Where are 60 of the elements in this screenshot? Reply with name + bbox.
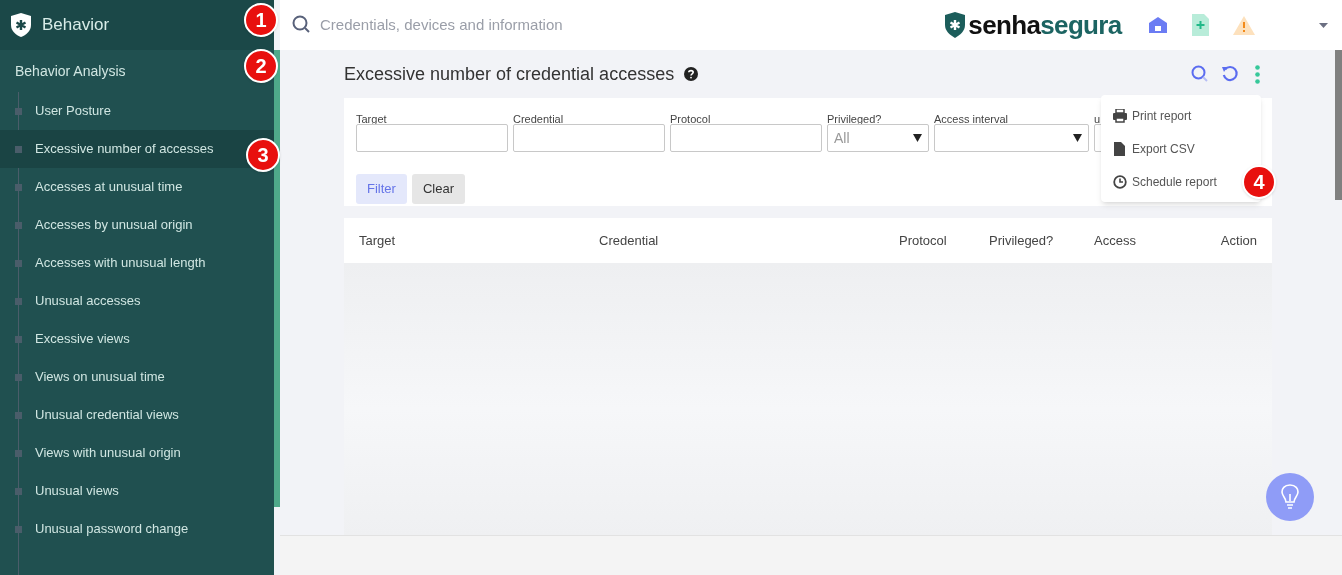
sidebar-item[interactable]: Accesses by unusual origin	[0, 206, 274, 244]
sidebar-item[interactable]: Excessive views	[0, 320, 274, 358]
lightbulb-icon	[1280, 483, 1300, 511]
printer-icon	[1113, 108, 1127, 123]
column-header: Privileged?	[989, 231, 1055, 250]
warning-icon	[1232, 15, 1255, 35]
brand-logo: senhasegura	[968, 8, 1122, 42]
sidebar-item[interactable]: Views with unusual origin	[0, 434, 274, 472]
add-file-icon	[1191, 14, 1209, 36]
page-title: Excessive number of credential accesses	[344, 62, 675, 86]
search-field[interactable]: Credentials, devices and information	[320, 13, 880, 37]
column-header: Protocol	[899, 231, 948, 250]
filter-label: Target	[356, 113, 387, 125]
clear-button[interactable]: Clear	[411, 174, 465, 204]
menu-item[interactable]: Print report	[1113, 99, 1192, 132]
caret-icon[interactable]	[1319, 22, 1328, 28]
home-icon	[1147, 16, 1168, 34]
input-field[interactable]	[513, 124, 665, 152]
sidebar-section[interactable]: Behavior Analysis	[15, 60, 126, 82]
shield-icon	[10, 12, 32, 38]
search-icon	[292, 15, 312, 35]
sidebar-item[interactable]: Accesses with unusual length	[0, 244, 274, 282]
filter-label: Protocol	[670, 113, 711, 125]
sidebar-item[interactable]: User Posture	[0, 92, 274, 130]
file-icon	[1113, 141, 1127, 156]
input-field[interactable]	[670, 124, 822, 152]
lightbulb-button[interactable]	[1266, 473, 1314, 521]
refresh-icon	[1221, 65, 1239, 83]
scrollbar-thumb[interactable]	[1335, 50, 1342, 200]
add-button[interactable]	[1191, 14, 1209, 36]
sidebar-item[interactable]: Unusual password change	[0, 510, 274, 548]
refresh-button[interactable]	[1221, 65, 1239, 83]
shield-logo-icon	[944, 11, 967, 39]
home-button[interactable]	[1147, 16, 1168, 34]
clock-icon	[1113, 174, 1127, 189]
caret-icon	[1073, 134, 1082, 142]
filter-label: u	[1094, 113, 1101, 125]
filter-label: Privileged?	[827, 113, 882, 125]
caret-icon	[913, 134, 922, 142]
search-button[interactable]	[1191, 65, 1209, 83]
alerts-button[interactable]	[1232, 15, 1255, 35]
sidebar-item[interactable]: Unusual views	[0, 472, 274, 510]
sidebar-item[interactable]: Unusual accesses	[0, 282, 274, 320]
more-button[interactable]	[1255, 64, 1260, 84]
filter-label: Access interval	[934, 113, 1008, 125]
sidebar-title: Behavior	[42, 14, 110, 37]
sidebar-item[interactable]: Views on unusual time	[0, 358, 274, 396]
sidebar-item[interactable]: Unusual credential views	[0, 396, 274, 434]
input-field[interactable]	[356, 124, 508, 152]
help-icon[interactable]	[684, 67, 699, 81]
select-field[interactable]	[934, 124, 1089, 152]
menu-item[interactable]: Export CSV	[1113, 132, 1195, 165]
search-icon	[1191, 65, 1209, 83]
menu-item[interactable]: Schedule report	[1113, 165, 1217, 198]
column-header: Credential	[599, 231, 660, 250]
column-header: Target	[359, 231, 397, 250]
column-header: Access	[1094, 231, 1137, 250]
more-icon	[1255, 64, 1260, 84]
filter-label: Credential	[513, 113, 564, 125]
column-header: Action	[1220, 231, 1257, 250]
